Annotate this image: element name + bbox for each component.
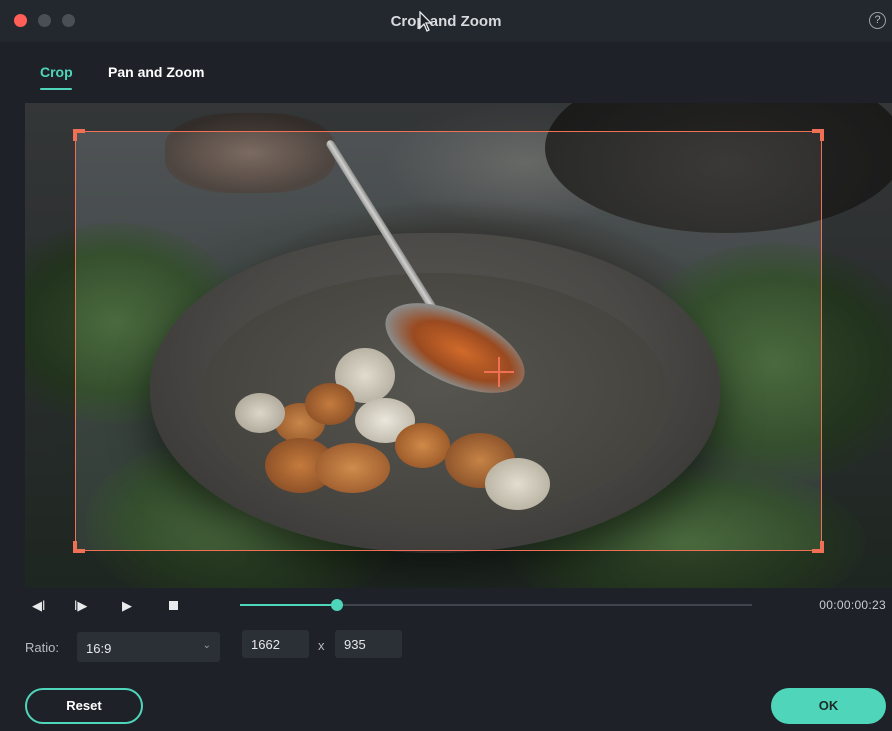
- height-field[interactable]: [335, 630, 402, 658]
- crop-mask-bottom: [25, 551, 892, 588]
- crop-handle-top-left[interactable]: [73, 129, 85, 141]
- reset-button[interactable]: Reset: [25, 688, 143, 724]
- timeline-progress: [240, 604, 338, 606]
- ok-button[interactable]: OK: [771, 688, 886, 724]
- crop-handle-bottom-left[interactable]: [73, 541, 85, 553]
- ratio-label: Ratio:: [25, 640, 59, 655]
- crop-mask-top: [25, 103, 892, 131]
- tab-pan-and-zoom[interactable]: Pan and Zoom: [108, 64, 204, 80]
- play-button[interactable]: ▶: [122, 598, 132, 614]
- crop-mask-left: [25, 131, 75, 551]
- timeline-playhead[interactable]: [331, 599, 344, 611]
- active-tab-indicator: [40, 88, 72, 90]
- stop-button[interactable]: [169, 601, 178, 610]
- tab-crop[interactable]: Crop: [40, 64, 73, 80]
- playback-controls: ◀ǀ ǀ▶ ▶ 00:00:00:23: [0, 588, 892, 626]
- help-icon[interactable]: ?: [869, 12, 886, 29]
- crop-mask-right: [822, 131, 892, 551]
- ratio-value: 16:9: [86, 641, 112, 656]
- timecode: 00:00:00:23: [819, 598, 886, 612]
- width-field[interactable]: [242, 630, 309, 658]
- dimension-separator: x: [318, 638, 325, 653]
- crop-handle-bottom-right[interactable]: [812, 541, 824, 553]
- dialog-footer: Reset OK: [0, 666, 892, 731]
- crop-settings: Ratio: 16:9 ⌄ x: [0, 626, 892, 666]
- crop-rectangle[interactable]: [73, 129, 824, 553]
- video-preview: [25, 103, 892, 588]
- mouse-cursor-icon: [419, 11, 433, 32]
- window-title: Crop and Zoom: [390, 13, 502, 30]
- chevron-down-icon: ⌄: [202, 640, 211, 651]
- next-frame-button[interactable]: ǀ▶: [74, 598, 87, 614]
- ratio-dropdown[interactable]: 16:9 ⌄: [77, 632, 220, 662]
- previous-frame-button[interactable]: ◀ǀ: [32, 598, 45, 614]
- timeline-slider[interactable]: [240, 599, 752, 611]
- title-bar: Crop and Zoom ?: [0, 0, 892, 42]
- crop-handle-top-right[interactable]: [812, 129, 824, 141]
- tab-bar: Crop Pan and Zoom: [0, 42, 892, 102]
- crosshair-icon[interactable]: [484, 357, 514, 387]
